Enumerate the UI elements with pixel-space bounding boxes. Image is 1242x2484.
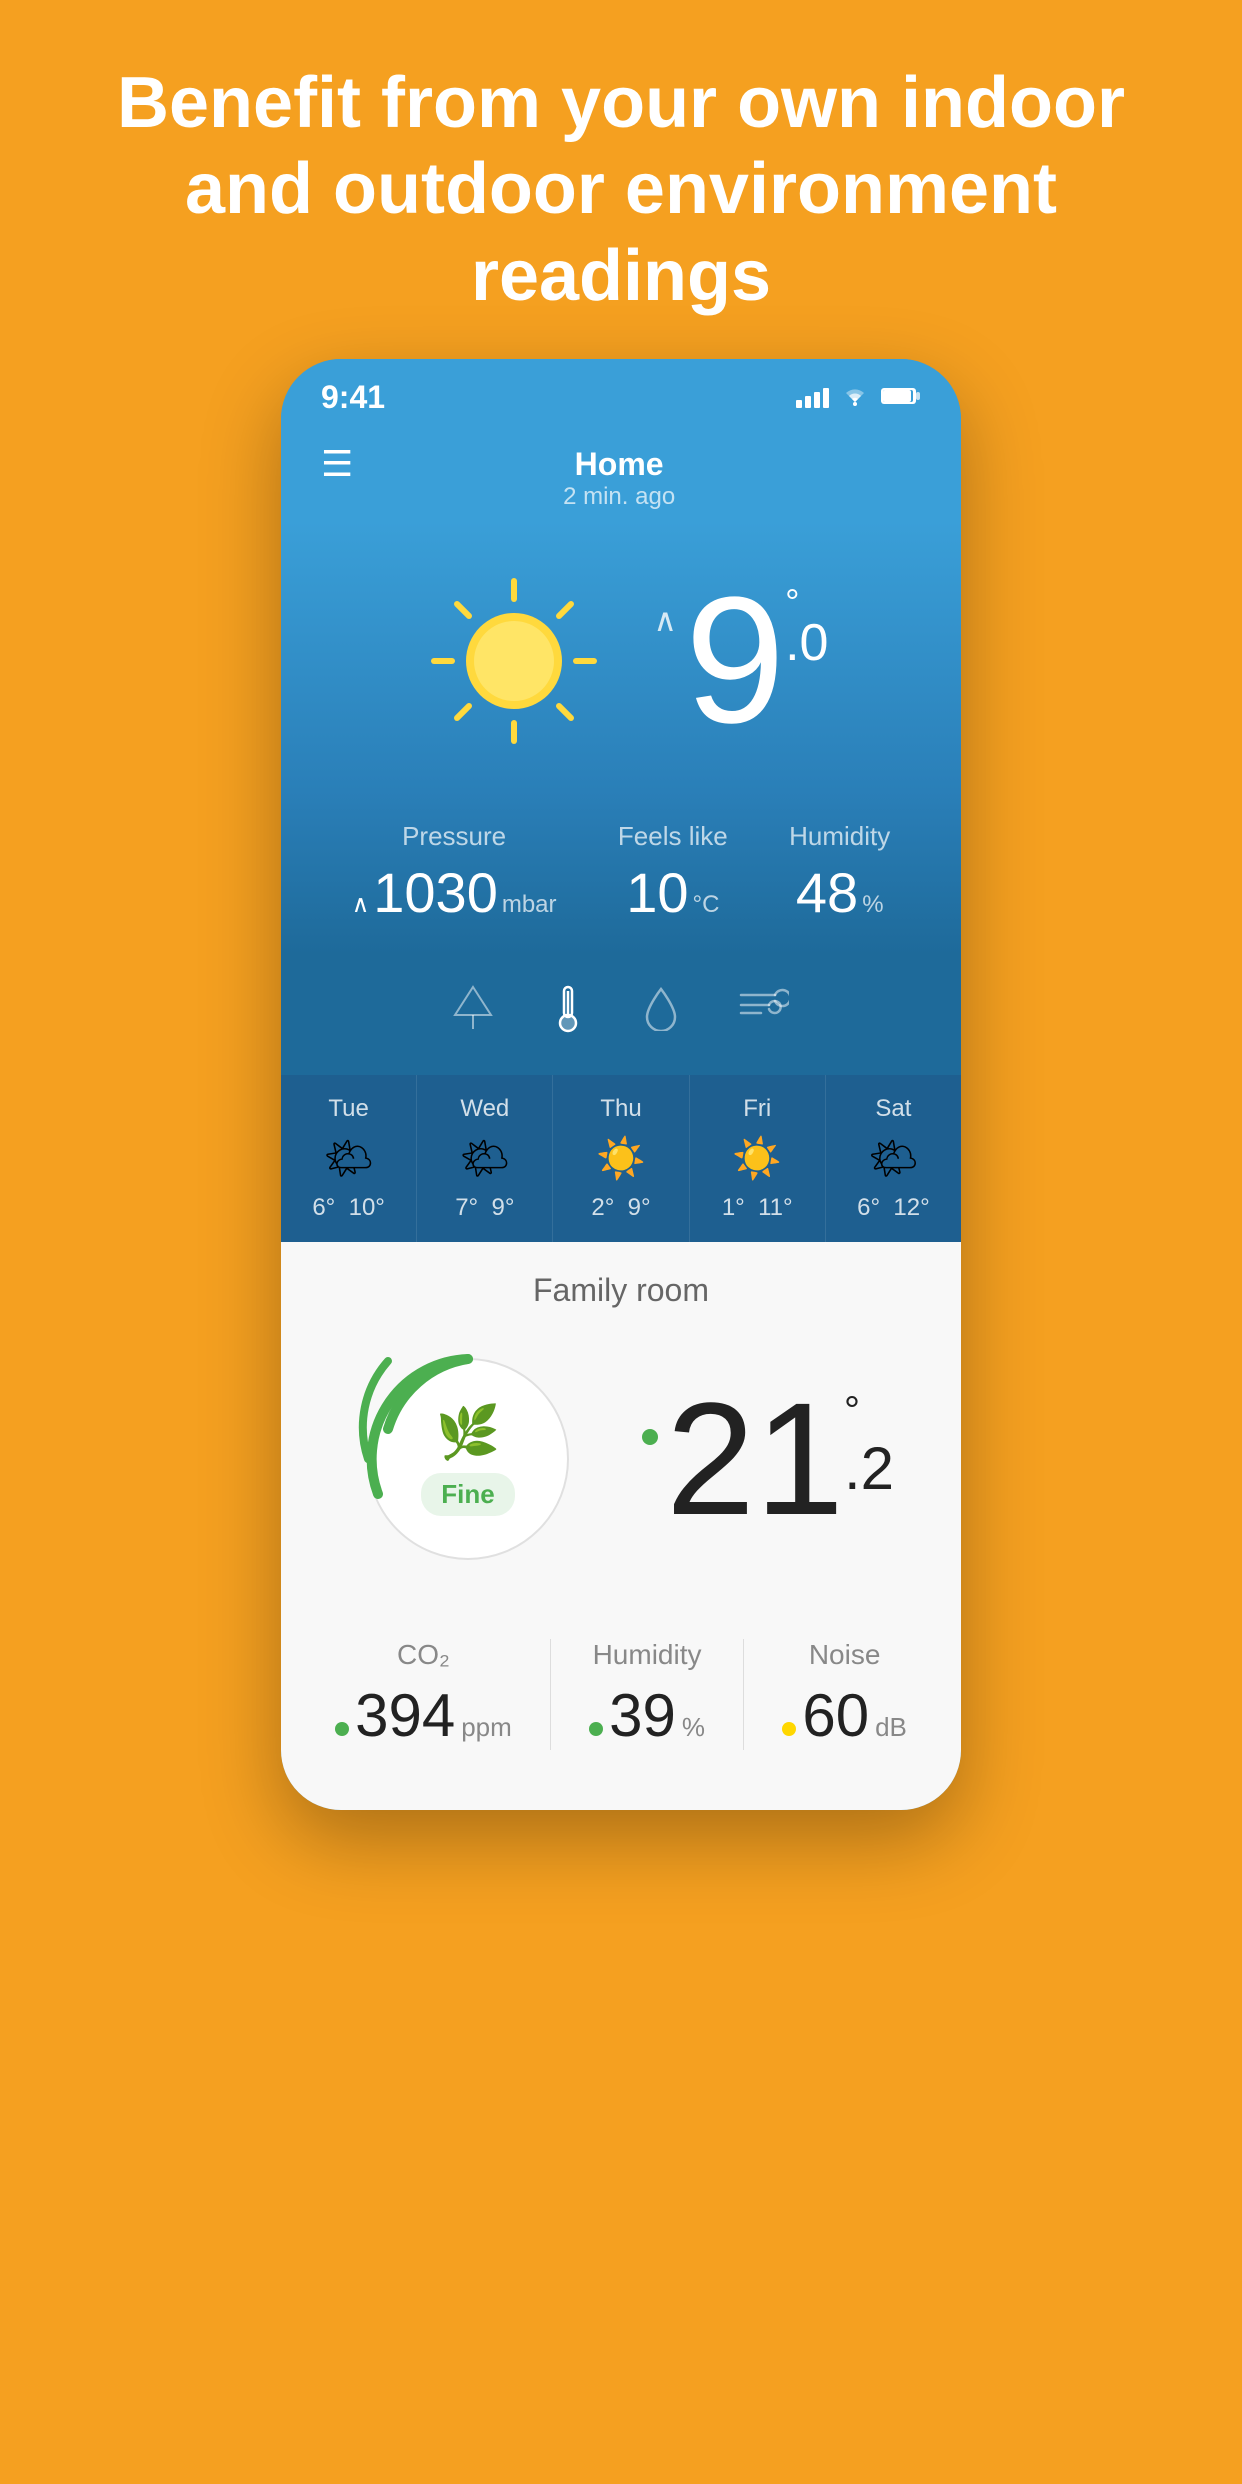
temperature-display: ∧ 9 ° .0 [654, 571, 829, 751]
wind-tab-icon[interactable] [739, 985, 789, 1045]
forecast-tue-name: Tue [291, 1095, 406, 1123]
menu-icon[interactable]: ☰ [321, 446, 353, 482]
forecast-wed-name: Wed [427, 1095, 542, 1123]
co2-stat: CO₂ 394 ppm [335, 1639, 512, 1750]
stat-divider-2 [743, 1639, 744, 1750]
forecast-tue-temps: 6° 10° [291, 1194, 406, 1222]
temp-up-arrow: ∧ [654, 601, 677, 639]
forecast-tue-icon: 🌤 [291, 1135, 406, 1182]
forecast-fri-icon: ☀️ [700, 1135, 815, 1182]
indoor-humidity-dot [589, 1722, 603, 1736]
indoor-humidity-label: Humidity [589, 1639, 705, 1671]
weather-stats: Pressure ∧ 1030 mbar Feels like 10 °C Hu… [281, 791, 961, 955]
sun-icon [414, 561, 614, 761]
indoor-temp-display: 21 ° .2 [642, 1379, 894, 1539]
co2-dot [335, 1722, 349, 1736]
co2-value: 394 [355, 1681, 455, 1750]
status-time: 9:41 [321, 379, 385, 416]
forecast-thu-icon: ☀️ [563, 1135, 678, 1182]
nav-bar: ☰ Home 2 min. ago [281, 426, 961, 521]
air-quality-status: Fine [421, 1473, 514, 1516]
forecast-wed-temps: 7° 9° [427, 1194, 542, 1222]
weather-main: ∧ 9 ° .0 [281, 521, 961, 791]
forecast-wed-icon: 🌤 [427, 1135, 542, 1182]
indoor-temp-degree: ° [844, 1389, 894, 1434]
co2-label: CO₂ [335, 1639, 512, 1671]
forecast-sat-icon: 🌤 [836, 1135, 951, 1182]
noise-value: 60 [802, 1681, 869, 1750]
indoor-main: 🌿 Fine 21 ° .2 [321, 1339, 921, 1579]
indoor-stats-row: CO₂ 394 ppm Humidity 39 % Noise [321, 1619, 921, 1770]
forecast-fri-name: Fri [700, 1095, 815, 1123]
forecast-row: Tue 🌤 6° 10° Wed 🌤 7° 9° Thu ☀️ 2° 9° Fr… [281, 1075, 961, 1242]
forecast-sat-name: Sat [836, 1095, 951, 1123]
forecast-sat: Sat 🌤 6° 12° [826, 1075, 961, 1242]
forecast-sat-temps: 6° 12° [836, 1194, 951, 1222]
humidity-stat: Humidity 48 % [789, 821, 890, 925]
icon-tabs [281, 955, 961, 1075]
status-icons [796, 382, 921, 413]
indoor-room-title: Family room [321, 1272, 921, 1309]
humidity-unit: % [862, 891, 883, 919]
noise-stat: Noise 60 dB [782, 1639, 907, 1750]
feels-like-stat: Feels like 10 °C [618, 821, 728, 925]
indoor-temp-dot [642, 1429, 658, 1445]
forecast-wed: Wed 🌤 7° 9° [417, 1075, 553, 1242]
pressure-unit: mbar [502, 891, 557, 919]
forecast-thu-name: Thu [563, 1095, 678, 1123]
feels-like-unit: °C [693, 891, 720, 919]
gauge-inner: 🌿 Fine [421, 1402, 514, 1516]
air-quality-gauge: 🌿 Fine [348, 1339, 588, 1579]
indoor-temp-value: 21 [666, 1379, 844, 1539]
forecast-thu-temps: 2° 9° [563, 1194, 678, 1222]
signal-icon [796, 388, 829, 408]
phone-frame: 9:41 [281, 359, 961, 1810]
tree-tab-icon[interactable] [453, 985, 493, 1045]
indoor-humidity-value: 39 [609, 1681, 676, 1750]
temp-fraction: .0 [785, 613, 828, 673]
pressure-stat: Pressure ∧ 1030 mbar [352, 821, 557, 925]
forecast-thu: Thu ☀️ 2° 9° [553, 1075, 689, 1242]
co2-unit: ppm [461, 1712, 512, 1743]
wifi-icon [841, 382, 869, 413]
pressure-arrow: ∧ [352, 890, 370, 919]
feels-like-label: Feels like [618, 821, 728, 852]
indoor-humidity-unit: % [682, 1712, 705, 1743]
humidity-label: Humidity [789, 821, 890, 852]
gauge-leaf-icon: 🌿 [436, 1402, 501, 1463]
temp-value: 9 [685, 571, 785, 751]
header-title: Benefit from your own indoor and outdoor… [80, 60, 1162, 319]
drop-tab-icon[interactable] [643, 985, 679, 1045]
humidity-value: 48 [796, 860, 858, 925]
noise-dot [782, 1722, 796, 1736]
indoor-temp-decimal-group: ° .2 [844, 1389, 894, 1503]
thermometer-tab-icon[interactable] [553, 985, 583, 1045]
feels-like-value: 10 [626, 860, 688, 925]
pressure-label: Pressure [352, 821, 557, 852]
stat-divider-1 [550, 1639, 551, 1750]
indoor-temp-fraction: .2 [844, 1434, 894, 1503]
status-bar: 9:41 [281, 359, 961, 426]
noise-label: Noise [782, 1639, 907, 1671]
temp-decimal: ° .0 [785, 581, 828, 673]
battery-icon [881, 382, 921, 413]
nav-location: Home [563, 446, 675, 483]
nav-center: Home 2 min. ago [563, 446, 675, 511]
forecast-fri-temps: 1° 11° [700, 1194, 815, 1222]
noise-unit: dB [875, 1712, 907, 1743]
pressure-value: 1030 [373, 860, 498, 925]
indoor-section: Family room 🌿 Fine [281, 1242, 961, 1810]
forecast-tue: Tue 🌤 6° 10° [281, 1075, 417, 1242]
nav-updated: 2 min. ago [563, 483, 675, 511]
indoor-humidity-stat: Humidity 39 % [589, 1639, 705, 1750]
header-banner: Benefit from your own indoor and outdoor… [0, 0, 1242, 359]
forecast-fri: Fri ☀️ 1° 11° [690, 1075, 826, 1242]
